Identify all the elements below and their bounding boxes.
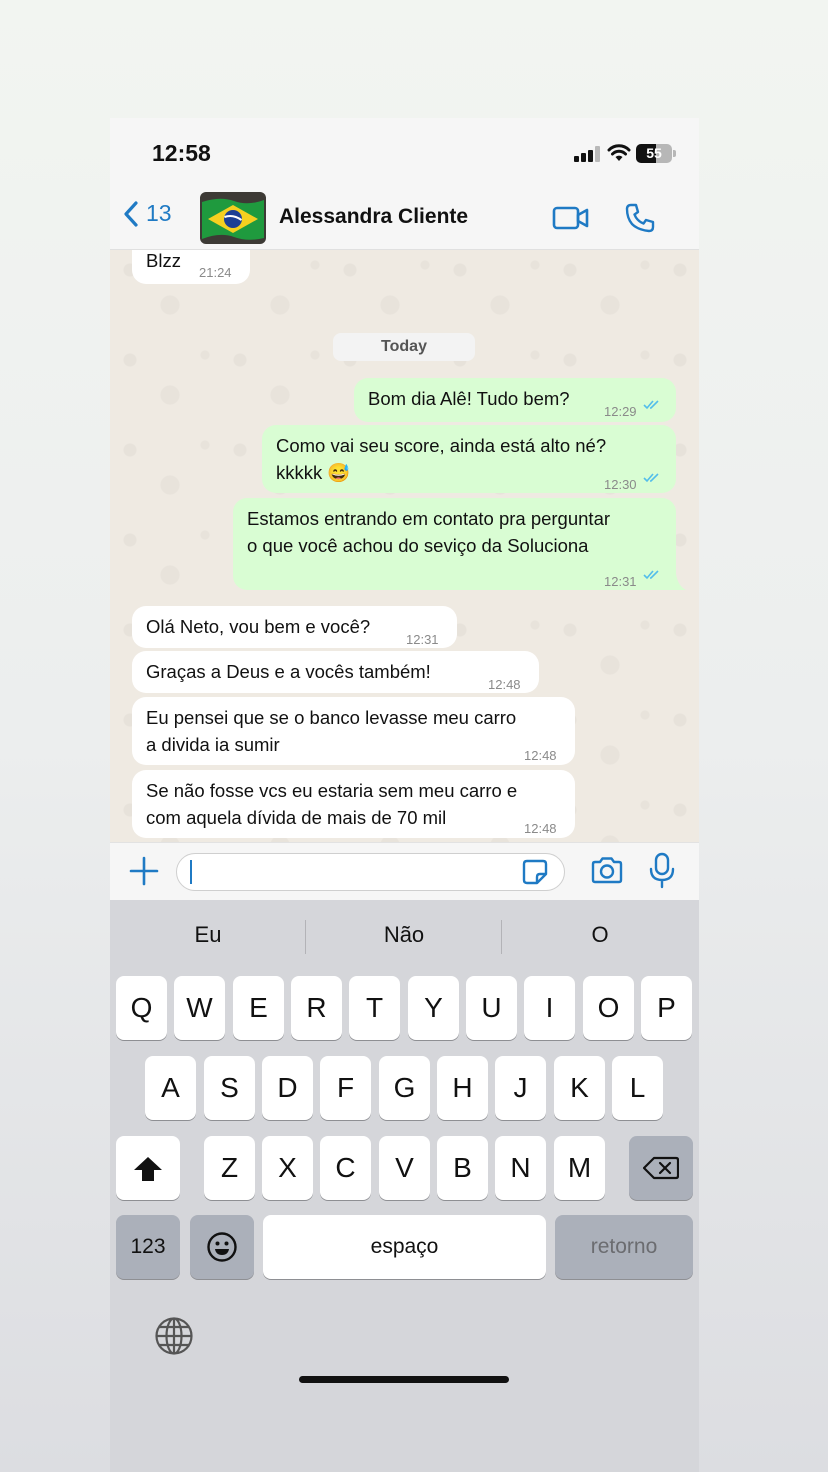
chat-header: 13 Alessandra Cliente [110,190,699,250]
message-input-bar [110,842,699,900]
message-text: o que você achou do seviço da Soluciona [247,535,589,556]
chevron-left-icon [124,200,138,227]
key-d[interactable]: D [262,1056,313,1120]
message-outgoing[interactable]: Como vai seu score, ainda está alto né? … [262,425,676,493]
bubble-tail [672,574,686,590]
signal-icon [574,146,600,162]
key-u[interactable]: U [466,976,517,1040]
wifi-icon [607,144,631,161]
message-time: 12:29 [604,404,637,419]
status-bar: 12:58 55 [110,118,699,190]
message-time: 12:30 [604,477,637,492]
shift-key[interactable] [116,1136,180,1200]
message-time: 21:24 [199,265,232,280]
message-text: a divida ia sumir [146,734,280,755]
message-input[interactable] [176,853,565,891]
day-separator: Today [333,333,475,361]
backspace-icon [642,1156,680,1180]
camera-icon[interactable] [590,856,624,884]
sticker-icon[interactable] [521,858,549,886]
brazil-flag-avatar[interactable] [200,192,266,244]
key-h[interactable]: H [437,1056,488,1120]
return-key[interactable]: retorno [555,1215,693,1279]
key-c[interactable]: C [320,1136,371,1200]
message-incoming[interactable]: Graças a Deus e a vocês também! 12:48 [132,651,539,693]
read-receipt-icon [643,570,659,580]
phone-screen: 12:58 55 13 Alessandra Cliente Blzz 21:2… [110,118,699,1472]
read-receipt-icon [643,400,659,410]
home-indicator[interactable] [299,1376,509,1383]
message-time: 12:48 [524,748,557,763]
suggestion-3[interactable]: O [502,922,698,948]
key-v[interactable]: V [379,1136,430,1200]
emoji-key[interactable] [190,1215,254,1279]
key-n[interactable]: N [495,1136,546,1200]
key-x[interactable]: X [262,1136,313,1200]
text-cursor [190,860,192,884]
key-l[interactable]: L [612,1056,663,1120]
microphone-icon[interactable] [649,852,675,890]
key-b[interactable]: B [437,1136,488,1200]
key-a[interactable]: A [145,1056,196,1120]
message-outgoing[interactable]: Bom dia Alê! Tudo bem? 12:29 [354,378,676,422]
key-p[interactable]: P [641,976,692,1040]
message-incoming[interactable]: Olá Neto, vou bem e você? 12:31 [132,606,457,648]
key-z[interactable]: Z [204,1136,255,1200]
phone-icon[interactable] [624,202,656,234]
message-incoming[interactable]: Eu pensei que se o banco levasse meu car… [132,697,575,765]
message-incoming[interactable]: Se não fosse vcs eu estaria sem meu carr… [132,770,575,838]
battery-percent: 55 [646,145,662,161]
message-outgoing[interactable]: Estamos entrando em contato pra pergunta… [233,498,676,590]
message-text: Se não fosse vcs eu estaria sem meu carr… [146,780,518,801]
key-f[interactable]: F [320,1056,371,1120]
key-q[interactable]: Q [116,976,167,1040]
message-text: com aquela dívida de mais de 70 mil [146,807,447,828]
shift-icon [134,1157,162,1181]
keyboard: Eu Não O Q W E R T Y U I O P A S D F G H… [110,900,699,1472]
key-g[interactable]: G [379,1056,430,1120]
space-key[interactable]: espaço [263,1215,546,1279]
key-y[interactable]: Y [408,976,459,1040]
unread-count: 13 [146,200,172,226]
message-text: Olá Neto, vou bem e você? [146,616,371,637]
battery-tip [673,150,676,157]
suggestion-bar: Eu Não O [110,900,699,972]
message-text: Como vai seu score, ainda está alto né? [276,435,607,456]
message-time: 12:31 [406,632,439,647]
globe-icon[interactable] [154,1316,194,1356]
message-text: Bom dia Alê! Tudo bem? [368,388,570,409]
back-button[interactable]: 13 [124,200,172,227]
video-call-icon[interactable] [552,204,590,232]
message-time: 12:48 [488,677,521,692]
suggestion-2[interactable]: Não [306,922,502,948]
emoji-icon [207,1232,237,1262]
message-time: 12:31 [604,574,637,589]
message-text: Estamos entrando em contato pra pergunta… [247,508,611,529]
message-incoming[interactable]: Blzz 21:24 [132,250,250,284]
key-o[interactable]: O [583,976,634,1040]
plus-icon[interactable] [128,855,160,887]
numbers-key[interactable]: 123 [116,1215,180,1279]
chat-area[interactable]: Blzz 21:24 Today Bom dia Alê! Tudo bem? … [110,250,699,842]
key-e[interactable]: E [233,976,284,1040]
message-text: Eu pensei que se o banco levasse meu car… [146,707,517,728]
status-time: 12:58 [152,140,211,166]
contact-name[interactable]: Alessandra Cliente [279,205,468,229]
backspace-key[interactable] [629,1136,693,1200]
message-time: 12:48 [524,821,557,836]
key-i[interactable]: I [524,976,575,1040]
key-t[interactable]: T [349,976,400,1040]
suggestion-1[interactable]: Eu [110,922,306,948]
key-j[interactable]: J [495,1056,546,1120]
key-m[interactable]: M [554,1136,605,1200]
battery-icon: 55 [636,144,672,163]
key-r[interactable]: R [291,976,342,1040]
key-w[interactable]: W [174,976,225,1040]
read-receipt-icon [643,473,659,483]
key-k[interactable]: K [554,1056,605,1120]
message-text: Blzz [146,250,181,271]
key-s[interactable]: S [204,1056,255,1120]
message-text: Graças a Deus e a vocês também! [146,661,431,682]
